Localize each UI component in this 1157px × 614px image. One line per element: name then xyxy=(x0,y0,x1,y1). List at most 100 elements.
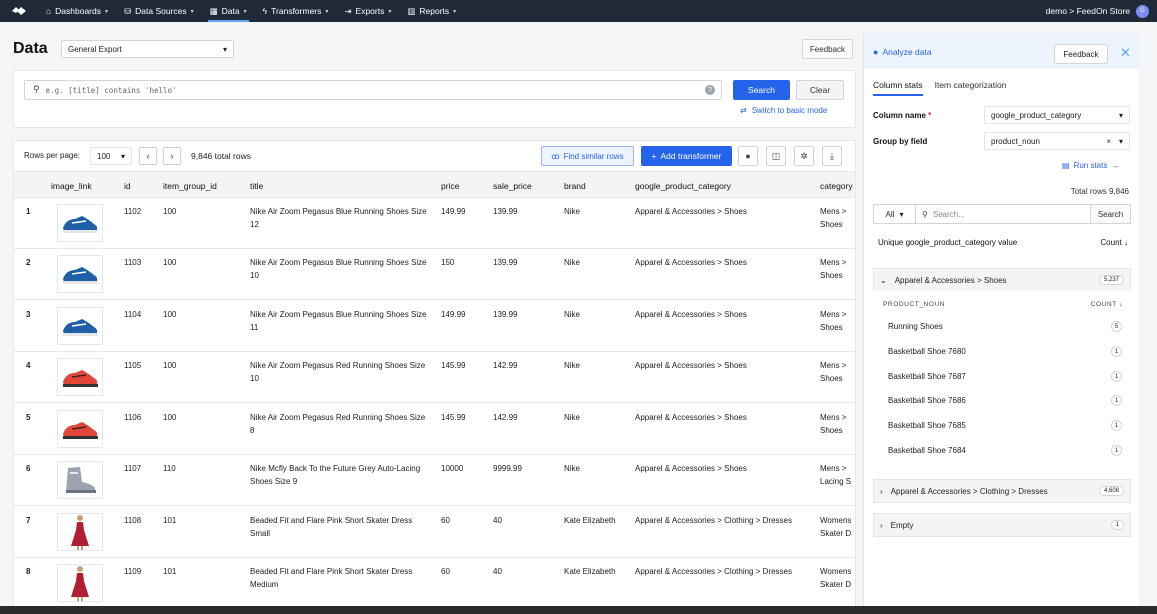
column-header[interactable]: sale_price xyxy=(493,181,532,191)
run-stats-link[interactable]: ▤ Run stats → xyxy=(1062,161,1119,170)
table-row[interactable]: 6 1107 110 Nike Mcfly Back To the Future Gr… xyxy=(14,455,855,506)
analyze-feedback-button[interactable]: Feedback xyxy=(1054,44,1108,64)
tab-column-stats[interactable]: Column stats xyxy=(873,80,923,96)
row-number: 7 xyxy=(26,516,31,525)
table-icon: ▤ xyxy=(1062,161,1070,170)
group-label: Apparel & Accessories > Clothing > Dress… xyxy=(890,486,1048,496)
breakdown-item[interactable]: Basketball Shoe 7687 1 xyxy=(888,371,1122,382)
chevron-down-icon[interactable]: ▾ xyxy=(1119,137,1123,146)
breakdown-item[interactable]: Basketball Shoe 7684 1 xyxy=(888,445,1122,456)
cell-id: 1107 xyxy=(124,464,142,473)
product-image[interactable] xyxy=(57,307,103,345)
feedback-button[interactable]: Feedback xyxy=(802,39,853,59)
column-name-select[interactable]: google_product_category ▾ xyxy=(984,106,1130,124)
nav-transformers[interactable]: ϟ Transformers ▾ xyxy=(255,0,337,22)
filter-search-input[interactable]: ⚲ Search... xyxy=(916,210,1090,219)
table-row[interactable]: 5 1106 100 Nike Air Zoom Pegasus Red Runnin… xyxy=(14,404,855,455)
add-transformer-button[interactable]: + Add transformer xyxy=(641,146,732,166)
column-header[interactable]: google_product_category xyxy=(635,181,731,191)
nav-exports[interactable]: ⇥ Exports ▾ xyxy=(336,0,399,22)
avatar[interactable]: G xyxy=(1136,4,1149,18)
nav-data[interactable]: ▦ Data ▾ xyxy=(202,0,255,22)
group-empty[interactable]: › Empty 1 xyxy=(873,513,1131,537)
next-page-button[interactable]: › xyxy=(163,147,181,165)
product-image[interactable] xyxy=(57,358,103,396)
chevron-down-icon: ▾ xyxy=(899,209,904,219)
search-button[interactable]: Search xyxy=(733,80,790,100)
product-image[interactable] xyxy=(57,255,103,293)
chevron-right-icon: › xyxy=(170,151,174,161)
column-header[interactable]: image_link xyxy=(51,181,92,191)
breakdown-item-count: 1 xyxy=(1111,395,1122,406)
count-sort[interactable]: Count ↓ xyxy=(1100,238,1128,247)
close-icon[interactable]: ✕ xyxy=(1120,45,1131,61)
cell-id: 1108 xyxy=(124,516,142,525)
chevron-down-icon: ▾ xyxy=(120,151,125,161)
group-shoes[interactable]: ⌄ Apparel & Accessories > Shoes 5,237 xyxy=(873,268,1131,292)
columns-button[interactable]: ◫ xyxy=(766,146,786,166)
group-header[interactable]: ⌄ Apparel & Accessories > Shoes 5,237 xyxy=(874,269,1130,291)
breakdown-header: PRODUCT_NOUN COUNT ↓ xyxy=(883,301,1123,308)
row-number: 2 xyxy=(26,258,31,267)
nav-reports[interactable]: ▥ Reports ▾ xyxy=(399,0,464,22)
unique-values-header: Unique google_product_category value Cou… xyxy=(878,238,1128,247)
account-menu[interactable]: demo > FeedOn Store G xyxy=(1046,4,1157,18)
help-icon[interactable]: ? xyxy=(705,85,715,95)
product-image[interactable] xyxy=(57,564,103,602)
filter-all-select[interactable]: All ▾ xyxy=(874,205,916,223)
nav-label: Exports xyxy=(355,6,385,16)
table-row[interactable]: 8 1109 101 Beaded Fit and Flare Pink Short … xyxy=(14,558,855,609)
download-button[interactable]: ⤓ xyxy=(822,146,842,166)
group-by-select[interactable]: product_noun × ▾ xyxy=(984,132,1130,150)
find-similar-button[interactable]: ꝏ Find similar rows xyxy=(541,146,634,166)
switch-basic-mode-link[interactable]: ⇄ Switch to basic mode xyxy=(740,106,827,115)
product-image[interactable] xyxy=(57,513,103,551)
cell-category: Womens Skater D xyxy=(820,516,852,538)
product-image[interactable] xyxy=(57,461,103,499)
column-header[interactable]: title xyxy=(250,181,263,191)
logo-icon[interactable] xyxy=(8,0,30,22)
table-row[interactable]: 2 1103 100 Nike Air Zoom Pegasus Blue Runni… xyxy=(14,249,855,300)
breakdown-item-count: 1 xyxy=(1111,445,1122,456)
breakdown-item[interactable]: Basketball Shoe 7685 1 xyxy=(888,420,1122,431)
table-row[interactable]: 3 1104 100 Nike Air Zoom Pegasus Blue Runni… xyxy=(14,301,855,352)
column-header[interactable]: item_group_id xyxy=(163,181,217,191)
row-number: 5 xyxy=(26,413,31,422)
group-header[interactable]: › Empty 1 xyxy=(874,514,1130,536)
clear-icon[interactable]: × xyxy=(1106,137,1111,146)
cell-item-group-id: 100 xyxy=(163,258,177,267)
query-input[interactable]: ⚲ e.g. [title] contains 'hello' ? xyxy=(24,80,722,100)
rows-per-page-label: Rows per page: xyxy=(24,151,81,160)
rows-per-page-select[interactable]: 100 ▾ xyxy=(90,147,132,165)
product-image[interactable] xyxy=(57,410,103,448)
column-header[interactable]: category xyxy=(820,181,854,191)
product-image[interactable] xyxy=(57,204,103,242)
rows-per-page-value: 100 xyxy=(97,151,111,161)
cell-id: 1102 xyxy=(124,207,142,216)
table-icon: ▦ xyxy=(209,5,218,16)
table-row[interactable]: 1 1102 100 Nike Air Zoom Pegasus Blue Runni… xyxy=(14,198,855,249)
group-label: Empty xyxy=(890,520,914,530)
clear-button[interactable]: Clear xyxy=(796,80,844,100)
export-select[interactable]: General Export ▾ xyxy=(61,40,234,58)
breakdown-item[interactable]: Basketball Shoe 7686 1 xyxy=(888,395,1122,406)
group-header[interactable]: › Apparel & Accessories > Clothing > Dre… xyxy=(874,480,1130,502)
column-header[interactable]: id xyxy=(124,181,131,191)
breakdown-item[interactable]: Running Shoes 5 xyxy=(888,321,1122,332)
breakdown-item[interactable]: Basketball Shoe 7680 1 xyxy=(888,346,1122,357)
tab-item-categorization[interactable]: Item categorization xyxy=(935,80,1007,96)
column-header[interactable]: brand xyxy=(564,181,586,191)
column-header[interactable]: price xyxy=(441,181,459,191)
group-dresses[interactable]: › Apparel & Accessories > Clothing > Dre… xyxy=(873,479,1131,503)
lightbulb-button[interactable]: ● xyxy=(738,146,758,166)
table-row[interactable]: 4 1105 100 Nike Air Zoom Pegasus Red Runnin… xyxy=(14,352,855,403)
nav-data-sources[interactable]: ⛁ Data Sources ▾ xyxy=(116,0,202,22)
table-row[interactable]: 7 1108 101 Beaded Fit and Flare Pink Short … xyxy=(14,507,855,558)
chevron-down-icon: ▾ xyxy=(1118,110,1123,120)
export-select-value: General Export xyxy=(68,44,122,54)
filter-search-button[interactable]: Search xyxy=(1090,205,1130,223)
nav-dashboards[interactable]: ⌂ Dashboards ▾ xyxy=(38,0,116,22)
prev-page-button[interactable]: ‹ xyxy=(139,147,157,165)
breakdown-count-sort[interactable]: COUNT ↓ xyxy=(1091,301,1123,308)
settings-button[interactable]: ✲ xyxy=(794,146,814,166)
